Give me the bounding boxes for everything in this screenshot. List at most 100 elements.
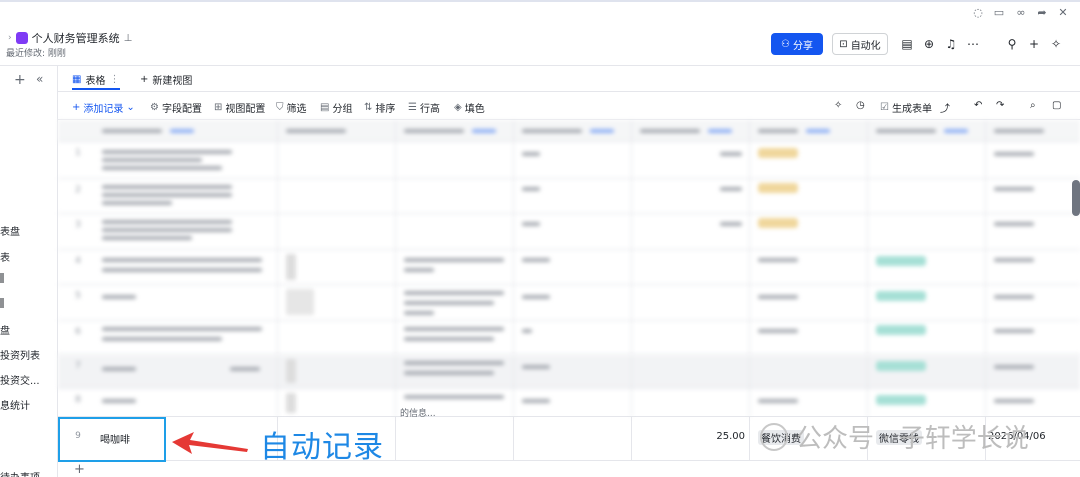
fill-color-label: 填色	[464, 104, 485, 115]
window-icon[interactable]: ▭	[993, 7, 1005, 19]
table-row[interactable]: 2	[58, 179, 1080, 214]
table-row[interactable]: 5	[58, 285, 1080, 321]
chat-icon[interactable]: ◌	[972, 7, 984, 19]
column-header[interactable]	[868, 120, 986, 141]
sidebar-item-9[interactable]: 待办事项	[0, 469, 40, 477]
column-header[interactable]	[632, 120, 750, 141]
form-icon: ☑	[880, 102, 889, 113]
add-record-button[interactable]: + 添加记录 ⌄	[72, 100, 135, 115]
page-title: › 个人财务管理系统 ⊥	[8, 30, 132, 46]
history-icon[interactable]: ◷	[856, 100, 865, 111]
table-row[interactable]: 4	[58, 250, 1080, 285]
table-row[interactable]: 3	[58, 214, 1080, 250]
column-header[interactable]	[396, 120, 514, 141]
sidebar-item-0[interactable]: 表盘	[0, 223, 20, 238]
generate-form-label: 生成表单	[891, 104, 932, 115]
scrollbar-thumb[interactable]	[1072, 180, 1080, 216]
new-view-button[interactable]: + 新建视图	[140, 72, 192, 87]
ai-icon[interactable]: ✧	[834, 100, 842, 111]
highlight-box	[58, 417, 166, 462]
pin-icon[interactable]: ⊥	[124, 33, 133, 44]
column-header[interactable]	[58, 120, 278, 141]
view-tabs: ▦ 表格 ⋮ + 新建视图	[58, 66, 1080, 92]
sidebar-item-2[interactable]	[0, 273, 4, 283]
grid-header-row	[58, 120, 1080, 142]
active-tab-indicator	[72, 88, 120, 90]
comment-icon[interactable]: ▢	[1052, 100, 1061, 111]
row-height-button[interactable]: ☰ 行高	[408, 100, 440, 115]
watermark-text: 公众号 · 子轩学长说	[796, 424, 1029, 454]
forward-icon[interactable]: ➦	[1036, 7, 1048, 19]
filter-label: 筛选	[286, 104, 307, 115]
chevron-right-icon[interactable]: ›	[8, 33, 12, 43]
table-icon: ▦	[72, 74, 82, 85]
sidebar-item-3[interactable]	[0, 298, 4, 308]
column-header[interactable]	[278, 120, 396, 141]
filter-button[interactable]: ⛉ 筛选	[276, 100, 307, 115]
sidebar-item-5[interactable]: 投资列表	[0, 347, 40, 362]
sidebar-item-7[interactable]: 息统计	[0, 397, 30, 412]
add-row-icon[interactable]: +	[74, 462, 85, 477]
watermark: 公众号 · 子轩学长说	[760, 418, 1029, 455]
window-chrome: ◌ ▭ ∞ ➦ ✕	[0, 0, 1080, 22]
sidebar-item-6[interactable]: 投资交...	[0, 372, 40, 387]
table-toolbar: + 添加记录 ⌄ ⚙ 字段配置 ⊞ 视图配置 ⛉ 筛选 ▤ 分组 ⇅ 排序 ☰ 行高 ◈ 填色 ✧…	[58, 92, 1080, 120]
page-title-text: 个人财务管理系统	[31, 32, 120, 45]
sort-icon: ⇅	[364, 102, 373, 113]
sort-button[interactable]: ⇅ 排序	[364, 100, 395, 115]
generate-form-button[interactable]: ☑ 生成表单	[880, 100, 932, 115]
app-header: › 个人财务管理系统 ⊥ 最近修改: 刚刚 ⚇ 分享 ⊡ 自动化 ▤ ⊕ ♫ ⋯ ⚲…	[0, 22, 1080, 66]
search-icon[interactable]: ⚲	[1005, 37, 1019, 51]
table-row[interactable]: 6	[58, 321, 1080, 355]
plus-icon[interactable]: +	[1027, 37, 1041, 51]
column-header[interactable]	[986, 120, 1080, 141]
sidebar-item-1[interactable]: 表	[0, 249, 10, 264]
add-icon[interactable]: +	[14, 72, 26, 88]
table-row[interactable]: 7	[58, 355, 1080, 389]
view-config-button[interactable]: ⊞ 视图配置	[214, 100, 265, 115]
table-row[interactable]: 8 的信息...	[58, 389, 1080, 419]
fill-color-button[interactable]: ◈ 填色	[454, 100, 485, 115]
redo-icon[interactable]: ↷	[996, 100, 1004, 111]
group-button[interactable]: ▤ 分组	[320, 100, 352, 115]
automation-button[interactable]: ⊡ 自动化	[832, 33, 888, 55]
tab-table[interactable]: ▦ 表格 ⋮	[72, 72, 119, 87]
row-height-label: 行高	[419, 104, 440, 115]
column-header[interactable]	[750, 120, 868, 141]
link-icon[interactable]: ∞	[1015, 7, 1027, 19]
table-row[interactable]: 1	[58, 142, 1080, 179]
row-height-icon: ☰	[408, 102, 417, 113]
sidebar: + « 表盘 表 盘 投资列表 投资交... 息统计 待办事项	[0, 66, 58, 477]
view-icon: ⊞	[214, 102, 223, 113]
share-label: 分享	[792, 40, 813, 52]
share-view-icon[interactable]: ⤴	[940, 100, 950, 115]
group-label: 分组	[332, 104, 353, 115]
document-icon[interactable]: ▤	[900, 37, 914, 51]
last-modified: 最近修改: 刚刚	[6, 49, 66, 59]
bell-icon[interactable]: ♫	[944, 37, 958, 51]
app-icon	[15, 32, 28, 44]
robot-icon: ⊡	[839, 38, 848, 50]
sidebar-item-4[interactable]: 盘	[0, 322, 10, 337]
group-icon: ▤	[320, 102, 330, 113]
automation-label: 自动化	[850, 40, 881, 52]
search-records-icon[interactable]: ⌕	[1030, 100, 1036, 111]
sparkle-icon[interactable]: ✧	[1049, 37, 1063, 51]
plus-icon: +	[140, 74, 149, 85]
callout-text: 自动记录	[260, 430, 384, 465]
column-header[interactable]	[514, 120, 632, 141]
view-config-label: 视图配置	[225, 104, 266, 115]
field-config-button[interactable]: ⚙ 字段配置	[150, 100, 202, 115]
tab-menu-icon[interactable]: ⋮	[109, 74, 119, 85]
collapse-icon[interactable]: «	[36, 72, 43, 86]
more-icon[interactable]: ⋯	[966, 37, 980, 51]
filter-icon: ⛉	[276, 102, 284, 113]
new-view-label: 新建视图	[152, 76, 193, 87]
chevron-down-icon: ⌄	[126, 102, 135, 113]
record-amount[interactable]: 25.00	[716, 431, 745, 442]
close-icon[interactable]: ✕	[1057, 7, 1069, 19]
share-button[interactable]: ⚇ 分享	[771, 33, 823, 55]
tab-table-label: 表格	[85, 76, 106, 87]
undo-icon[interactable]: ↶	[974, 100, 982, 111]
plugin-icon[interactable]: ⊕	[922, 37, 936, 51]
